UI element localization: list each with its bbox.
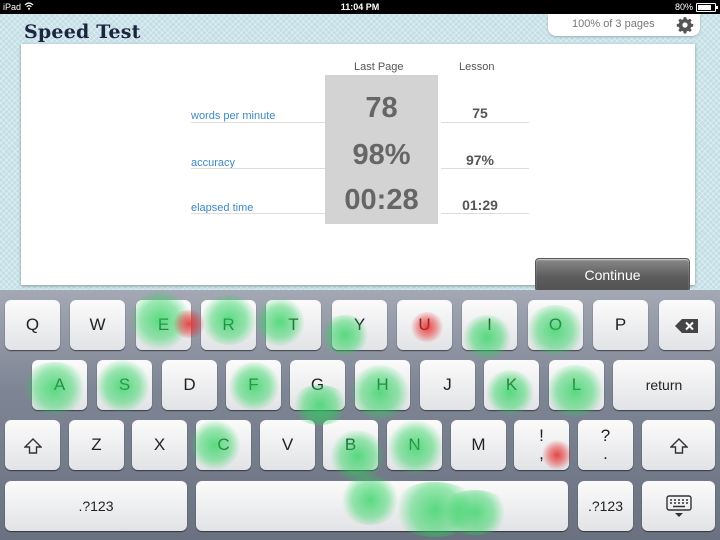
key-b[interactable]: B (323, 420, 378, 470)
status-time: 11:04 PM (340, 2, 380, 12)
return-key[interactable]: return (613, 360, 715, 410)
key-k[interactable]: K (484, 360, 539, 410)
app-area: Speed Test 100% of 3 pages Last Page Les… (0, 14, 720, 292)
numbers-key-left[interactable]: .?123 (5, 481, 187, 531)
last-page-elapsed: 00:28 (344, 184, 419, 216)
key-u[interactable]: U (397, 300, 452, 350)
lesson-accuracy: 97% (465, 152, 495, 168)
battery-percent: 80% (674, 2, 693, 12)
progress-text: 100% of 3 pages (572, 18, 655, 30)
key-a[interactable]: A (32, 360, 87, 410)
lesson-wpm: 75 (472, 105, 488, 121)
backspace-key[interactable] (659, 300, 715, 350)
key-f[interactable]: F (226, 360, 281, 410)
key-e[interactable]: E (136, 300, 191, 350)
lesson-header: Lesson (459, 61, 495, 73)
key-n[interactable]: N (387, 420, 442, 470)
progress-indicator: 100% of 3 pages (548, 14, 700, 36)
key-exclamation-comma[interactable]: ! , (514, 420, 569, 470)
row-divider (441, 168, 529, 169)
shift-key-left[interactable] (5, 420, 60, 470)
page-title: Speed Test (24, 21, 141, 43)
key-i[interactable]: I (462, 300, 517, 350)
last-page-accuracy: 98% (352, 139, 411, 171)
key-t[interactable]: T (266, 300, 321, 350)
key-r[interactable]: R (201, 300, 256, 350)
status-bar: iPad 11:04 PM 80% (0, 0, 720, 14)
key-x[interactable]: X (132, 420, 187, 470)
key-z[interactable]: Z (69, 420, 124, 470)
row-divider (441, 122, 529, 123)
results-panel: Last Page Lesson words per minute 78 75 … (21, 44, 695, 292)
lesson-elapsed: 01:29 (462, 197, 498, 213)
backspace-icon (675, 318, 698, 333)
key-w[interactable]: W (70, 300, 125, 350)
shift-icon (22, 437, 43, 454)
gear-icon[interactable] (676, 16, 694, 34)
key-s[interactable]: S (97, 360, 152, 410)
last-page-wpm: 78 (365, 92, 398, 124)
key-d[interactable]: D (162, 360, 217, 410)
space-bar[interactable] (196, 481, 568, 531)
row-divider (191, 168, 325, 169)
battery-icon (696, 2, 718, 12)
last-page-header: Last Page (354, 61, 404, 73)
key-p[interactable]: P (593, 300, 648, 350)
shift-icon (668, 437, 689, 454)
key-j[interactable]: J (420, 360, 475, 410)
key-c[interactable]: C (196, 420, 251, 470)
hide-keyboard-key[interactable] (642, 481, 715, 531)
key-g[interactable]: G (290, 360, 345, 410)
key-question-period[interactable]: ? . (578, 420, 633, 470)
row-divider (191, 122, 325, 123)
key-h[interactable]: H (355, 360, 410, 410)
numbers-key-right[interactable]: .?123 (578, 481, 633, 531)
keyboard-hide-icon (665, 494, 692, 517)
key-q[interactable]: Q (5, 300, 60, 350)
status-right: 80% (674, 0, 718, 14)
key-m[interactable]: M (451, 420, 506, 470)
on-screen-keyboard: Q W E R T Y U I O P A S D F G H J K L re… (0, 290, 720, 540)
key-o[interactable]: O (528, 300, 583, 350)
row-divider (191, 213, 325, 214)
key-l[interactable]: L (549, 360, 604, 410)
metric-label-wpm: words per minute (191, 110, 276, 122)
key-y[interactable]: Y (332, 300, 387, 350)
key-v[interactable]: V (260, 420, 315, 470)
shift-key-right[interactable] (642, 420, 715, 470)
continue-button[interactable]: Continue (535, 258, 690, 292)
row-divider (441, 213, 529, 214)
